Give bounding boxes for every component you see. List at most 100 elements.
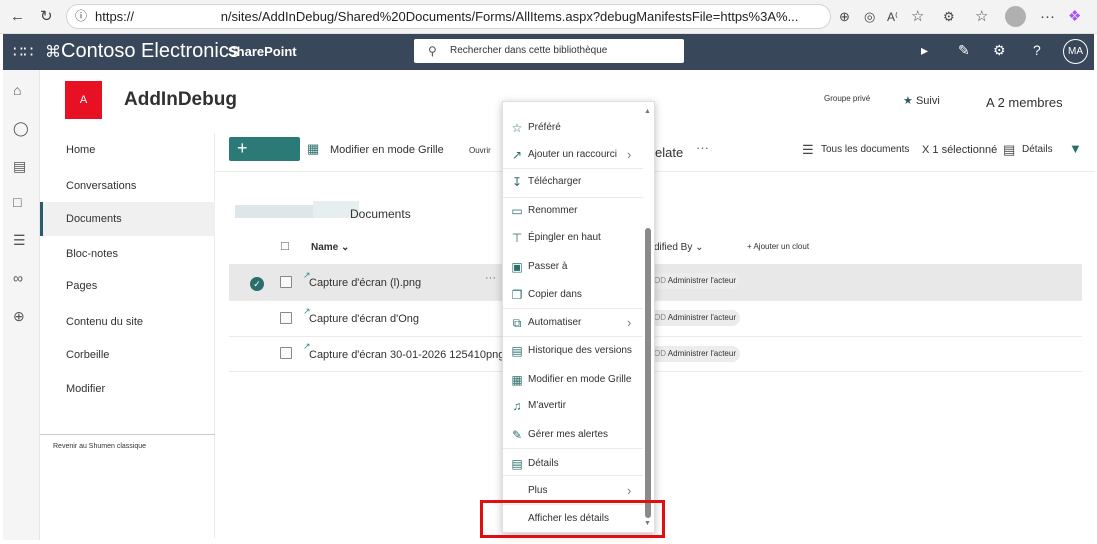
library-title[interactable]: Documents [350,207,411,221]
alerts-icon: ✎ [511,428,523,442]
address-bar[interactable]: ⓘ https:// n/sites/AddInDebug/Shared%20D… [66,4,831,29]
globe-icon[interactable]: ◯ [13,120,29,137]
site-logo[interactable]: A [65,81,102,119]
news-icon[interactable]: ▤ [13,158,26,175]
files-icon[interactable]: □ [13,194,21,210]
menu-item-favorite[interactable]: ☆ Préféré [503,115,643,141]
search-icon: ⚲ [428,44,437,58]
classic-experience-link[interactable]: Revenir au Shumen classique [53,443,146,450]
more-commands-icon[interactable]: ··· [696,140,709,155]
chevron-right-icon: › [627,315,632,330]
file-name[interactable]: Capture d'écran d'Ong [309,313,419,325]
download-icon: ↧ [511,175,523,189]
column-header-name[interactable]: Name ⌄ [311,242,349,253]
help-icon[interactable]: ? [1033,42,1041,58]
view-icon: ☰ [802,142,814,157]
nav-item-home[interactable]: Home [66,144,95,156]
menu-item-copy-to[interactable]: ❐ Copier dans [503,282,643,308]
pin-icon: ⊤ [511,231,523,245]
nav-item-conversations[interactable]: Conversations [66,180,136,192]
menu-item-automate[interactable]: ⧉ Automatiser › [503,310,643,336]
context-menu: ▲ ▼ ☆ Préféré ↗ Ajouter un raccourci › ↧ Tél… [502,101,655,533]
menu-item-version-history[interactable]: ▤ Historique des versions [503,338,643,364]
add-column-button[interactable]: + Ajouter un clout [747,242,809,251]
details-command[interactable]: Détails [1022,144,1053,155]
image-file-icon [280,312,292,324]
modified-by-pill[interactable]: OD Administrer l'acteur [650,346,740,362]
menu-divider [503,448,643,449]
megaphone-icon[interactable]: ▸ [921,42,928,59]
follow-button[interactable]: ★ Suivi [903,94,940,107]
menu-item-edit-grid[interactable]: ▦ Modifier en mode Grille [503,367,643,393]
menu-item-rename[interactable]: ▭ Renommer [503,198,643,224]
favorites-bar-icon[interactable]: ☆ [975,8,988,26]
column-header-modified-by[interactable]: dified By ⌄ [654,242,704,253]
feedback-icon[interactable]: ✎ [958,42,970,59]
menu-item-manage-alerts[interactable]: ✎ Gérer mes alertes [503,422,643,448]
new-button[interactable]: + [229,137,300,161]
nav-item-notebook[interactable]: Bloc-notes [66,248,118,260]
scroll-up-icon[interactable]: ▲ [644,108,651,115]
nav-item-pages[interactable]: Pages [66,280,97,292]
read-aloud-icon[interactable]: A⁽ [887,8,898,26]
left-navigation [40,133,215,538]
menu-item-download[interactable]: ↧ Télécharger [503,169,643,195]
view-selector[interactable]: Tous les documents [821,144,909,155]
members-button[interactable]: A 2 membres [986,95,1063,110]
selected-count[interactable]: X 1 sélectionné [922,144,997,156]
annotation-highlight-box [480,500,665,538]
nav-item-documents[interactable]: Documents [66,213,122,225]
template-command[interactable]: elate [655,145,683,160]
app-name[interactable]: SharePoint [228,44,297,59]
modified-by-pill[interactable]: OD Administrer l'acteur [650,310,740,326]
create-icon[interactable]: ⊕ [13,308,25,325]
refresh-icon[interactable]: ↻ [40,8,53,26]
open-command[interactable]: Ouvrir [469,146,491,155]
modified-by-pill[interactable]: OD Administrer l'acteur [650,273,740,289]
zoom-icon[interactable]: ⊕ [839,8,850,26]
menu-item-details[interactable]: ▤ Détails [503,451,643,477]
nav-item-site-contents[interactable]: Contenu du site [66,316,143,328]
search-placeholder: Rechercher dans cette bibliothèque [450,45,608,56]
file-name[interactable]: Capture d'écran (l).png [309,277,421,289]
edit-grid-command[interactable]: Modifier en mode Grille [330,144,444,156]
info-icon[interactable]: ⓘ [75,5,87,28]
back-icon[interactable]: ← [10,8,25,26]
lists-icon[interactable]: ☰ [13,232,26,249]
loop-icon[interactable]: ∞ [13,270,23,286]
copy-icon: ❐ [511,288,523,302]
menu-item-pin-top[interactable]: ⊤ Épingler en haut [503,225,643,251]
account-avatar[interactable]: MA [1063,39,1088,64]
command-bar-divider [215,171,1095,172]
menu-item-alert-me[interactable]: ♫ M'avertir [503,393,643,419]
star-filled-icon: ★ [903,95,913,107]
filter-icon[interactable]: ▼ [1069,141,1082,156]
more-icon[interactable]: ··· [1040,8,1055,26]
app-rail: ⌂ ◯ ▤ □ ☰ ∞ ⊕ [3,70,40,540]
chevron-right-icon: › [627,147,632,162]
row-checkmark-icon[interactable]: ✓ [250,277,264,291]
site-title[interactable]: AddInDebug [124,89,237,111]
app-launcher-icon[interactable]: ∷∷ [13,42,33,62]
breadcrumb-placeholder [235,205,317,218]
favorite-icon[interactable]: ☆ [911,8,924,26]
reading-view-icon[interactable]: ◎ [864,8,875,26]
file-name[interactable]: Capture d'écran 30-01-2026 125410png [309,349,504,361]
menu-scrollbar-thumb[interactable] [645,228,651,518]
menu-item-move-to[interactable]: ▣ Passer à [503,254,643,280]
settings-icon[interactable]: ⚙ [993,42,1006,59]
details-icon: ▤ [511,457,523,471]
brand-name[interactable]: ⌘Contoso Electronics [45,40,239,63]
details-pane-icon: ▤ [1003,142,1016,157]
automate-icon: ⧉ [512,316,522,330]
home-icon[interactable]: ⌂ [13,82,21,98]
row-more-icon[interactable]: ··· [485,272,496,284]
copilot-icon[interactable]: ❖ [1068,8,1081,26]
nav-item-edit[interactable]: Modifier [66,383,105,395]
search-box[interactable]: ⚲ Rechercher dans cette bibliothèque [414,39,684,63]
move-icon: ▣ [511,260,523,274]
profile-avatar[interactable] [1005,6,1026,27]
nav-item-recycle-bin[interactable]: Corbeille [66,349,109,361]
extensions-icon[interactable]: ⚙ [943,8,955,26]
menu-item-add-shortcut[interactable]: ↗ Ajouter un raccourci › [503,142,643,168]
